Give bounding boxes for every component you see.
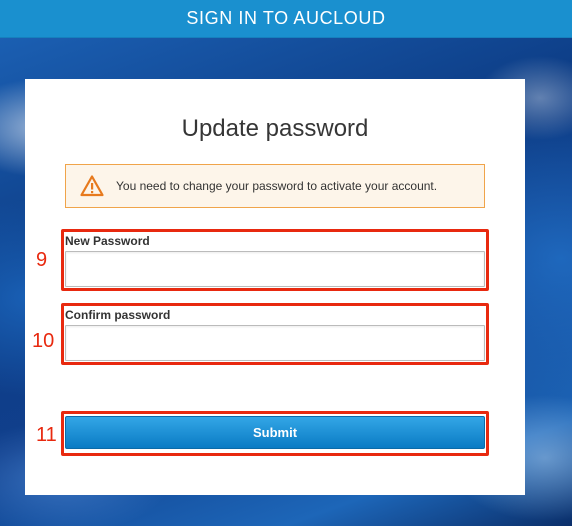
page-title: Update password xyxy=(181,115,369,142)
step-number-10: 10 xyxy=(32,330,55,352)
callout-box-new-password xyxy=(61,229,489,291)
header-bar: SIGN IN TO AUCLOUD xyxy=(0,0,572,38)
callout-box-confirm-password xyxy=(61,303,489,365)
callout-box-submit xyxy=(61,411,489,456)
warning-icon xyxy=(80,175,104,197)
alert-message: You need to change your password to acti… xyxy=(116,179,438,193)
step-number-9: 9 xyxy=(36,249,48,271)
warning-alert: You need to change your password to acti… xyxy=(65,164,485,208)
header-title: SIGN IN TO AUCLOUD xyxy=(186,8,386,28)
step-number-11: 11 xyxy=(36,424,57,446)
